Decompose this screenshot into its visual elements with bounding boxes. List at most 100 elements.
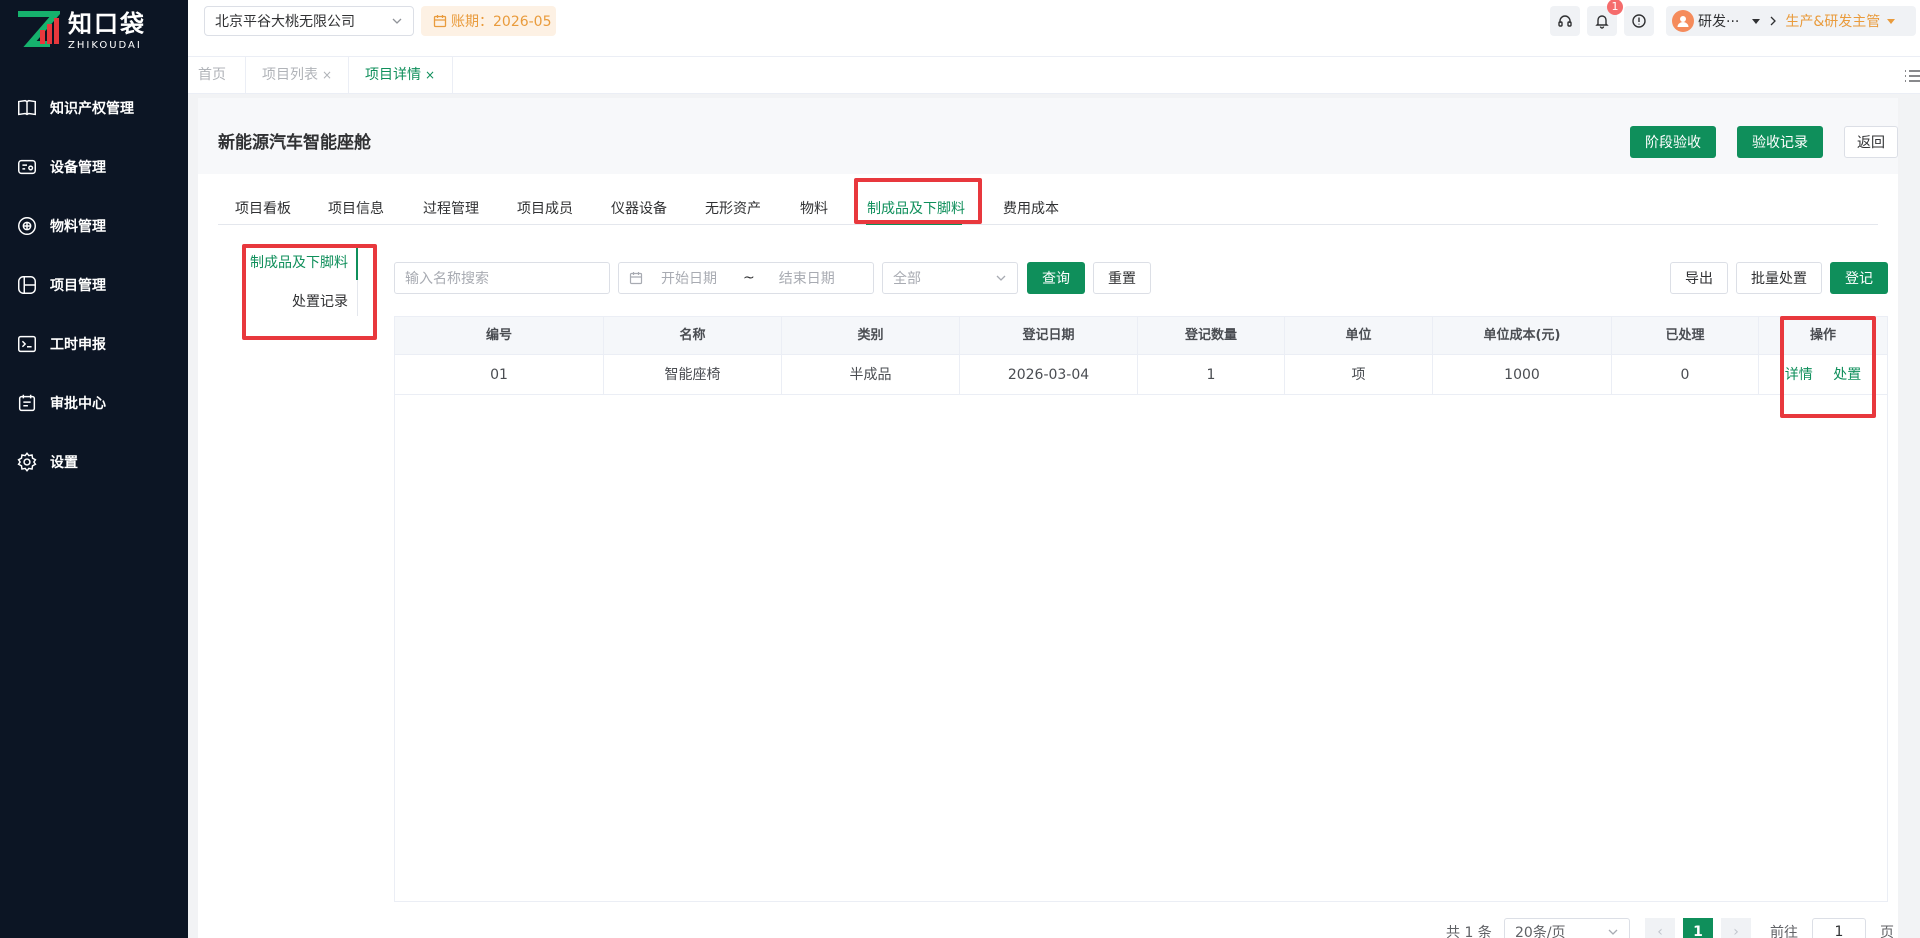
subtab-products[interactable]: 制成品及下脚料 — [867, 198, 965, 218]
col-header-cost: 单位成本(元) — [1433, 317, 1612, 355]
back-button[interactable]: 返回 — [1844, 126, 1898, 158]
logo-name: 知口袋 — [68, 10, 146, 38]
col-header-name: 名称 — [604, 317, 782, 355]
notification-button[interactable]: 1 — [1587, 0, 1623, 36]
left-menu-products[interactable]: 制成品及下脚料 — [250, 252, 348, 272]
clock-icon — [18, 335, 36, 352]
prev-page-button[interactable]: ‹ — [1645, 918, 1675, 938]
period-text: 账期：2026-05 — [451, 14, 552, 30]
gear-icon — [17, 451, 37, 472]
logo-mark-icon — [18, 11, 60, 47]
subtab-process[interactable]: 过程管理 — [423, 198, 479, 218]
col-header-qty: 登记数量 — [1138, 317, 1285, 355]
next-page-button[interactable]: › — [1721, 918, 1751, 938]
stage-accept-button[interactable]: 阶段验收 — [1630, 126, 1716, 158]
subtab-intangible[interactable]: 无形资产 — [705, 198, 761, 218]
start-date-input[interactable]: 开始日期 — [661, 268, 733, 288]
info-button[interactable] — [1624, 6, 1654, 36]
category-select[interactable]: 全部 — [882, 262, 1018, 294]
cell-qty: 1 — [1138, 355, 1285, 395]
table-header: 编号 名称 类别 登记日期 登记数量 单位 单位成本(元) 已处理 操作 — [395, 317, 1887, 355]
company-select[interactable]: 北京平谷大桃无限公司 — [204, 6, 414, 36]
pagination: 共 1 条 20条/页 ‹ 1 › 前往 1 页 — [198, 918, 1898, 938]
avatar — [1672, 10, 1694, 32]
page-size-select[interactable]: 20条/页 — [1504, 918, 1630, 938]
tab-project-list[interactable]: 项目列表 × — [246, 57, 349, 94]
batch-dispose-button[interactable]: 批量处置 — [1736, 262, 1822, 294]
subtab-board[interactable]: 项目看板 — [235, 198, 291, 218]
cell-no: 01 — [395, 355, 604, 395]
date-separator: ~ — [743, 270, 755, 286]
date-range-picker[interactable]: 开始日期 ~ 结束日期 — [618, 262, 874, 294]
approval-icon — [18, 394, 36, 411]
subtab-cost[interactable]: 费用成本 — [1003, 198, 1059, 218]
sidebar-item-settings[interactable]: 设置 — [0, 432, 188, 491]
content-panel: 新能源汽车智能座舱 阶段验收 验收记录 返回 项目看板 项目信息 过程管理 项目… — [198, 98, 1898, 938]
sidebar: 知口袋 ZHIKOUDAI 知识产权管理 设备管理 物料管理 项目管理 工时申报… — [0, 0, 188, 938]
tab-home[interactable]: 首页 — [188, 57, 246, 94]
dispose-link[interactable]: 处置 — [1833, 367, 1861, 383]
register-button[interactable]: 登记 — [1830, 262, 1888, 294]
project-icon — [18, 275, 36, 294]
search-input[interactable]: 输入名称搜索 — [394, 262, 610, 294]
close-icon[interactable]: × — [425, 68, 435, 82]
query-button[interactable]: 查询 — [1027, 262, 1085, 294]
col-header-unit: 单位 — [1285, 317, 1433, 355]
page-tabs: 首页 项目列表 × 项目详情 × — [188, 56, 1920, 94]
pagination-total: 共 1 条 — [1446, 925, 1492, 938]
caret-down-icon — [1752, 19, 1761, 24]
page-title: 新能源汽车智能座舱 — [218, 133, 371, 153]
sidebar-nav: 知识产权管理 设备管理 物料管理 项目管理 工时申报 审批中心 设置 — [0, 78, 188, 491]
end-date-input[interactable]: 结束日期 — [779, 268, 835, 288]
table-row: 01 智能座椅 半成品 2026-03-04 1 项 1000 0 详情 处置 — [395, 355, 1887, 395]
left-menu-disposal-record[interactable]: 处置记录 — [292, 291, 348, 311]
goto-page-input[interactable]: 1 — [1812, 918, 1866, 938]
accept-record-button[interactable]: 验收记录 — [1737, 126, 1823, 158]
cell-date: 2026-03-04 — [960, 355, 1138, 395]
notification-badge: 1 — [1607, 0, 1623, 15]
top-header: 北京平谷大桃无限公司 账期：2026-05 1 研发··· 生产&研发主管 — [188, 0, 1920, 56]
tab-label: 项目列表 — [262, 67, 318, 83]
headset-icon — [1558, 15, 1572, 27]
reset-button[interactable]: 重置 — [1093, 262, 1151, 294]
sidebar-item-label: 工时申报 — [50, 336, 106, 353]
left-menu-active-bar — [356, 244, 358, 280]
period-badge[interactable]: 账期：2026-05 — [421, 6, 556, 36]
cell-category: 半成品 — [782, 355, 960, 395]
tab-project-detail[interactable]: 项目详情 × — [349, 57, 453, 94]
logo-name-en: ZHIKOUDAI — [68, 40, 142, 51]
category-value: 全部 — [893, 271, 921, 287]
sidebar-item-material[interactable]: 物料管理 — [0, 196, 188, 255]
sidebar-item-device[interactable]: 设备管理 — [0, 137, 188, 196]
page-1-button[interactable]: 1 — [1683, 918, 1713, 938]
tab-label: 首页 — [198, 67, 226, 83]
close-icon[interactable]: × — [322, 68, 332, 82]
user-menu[interactable]: 研发··· 生产&研发主管 — [1666, 6, 1916, 36]
subtab-material[interactable]: 物料 — [800, 198, 828, 218]
cell-cost: 1000 — [1433, 355, 1612, 395]
subtab-divider — [218, 224, 1878, 225]
export-button[interactable]: 导出 — [1670, 262, 1728, 294]
col-header-actions: 操作 — [1809, 328, 1836, 343]
subtab-equipment[interactable]: 仪器设备 — [611, 198, 667, 218]
chevron-down-icon — [392, 18, 402, 24]
subtab-info[interactable]: 项目信息 — [328, 198, 384, 218]
tab-list-icon[interactable] — [1902, 65, 1920, 87]
subtab-members[interactable]: 项目成员 — [517, 198, 573, 218]
col-header-processed: 已处理 — [1612, 317, 1759, 355]
device-icon — [18, 159, 36, 174]
sidebar-item-timesheet[interactable]: 工时申报 — [0, 314, 188, 373]
sidebar-item-project[interactable]: 项目管理 — [0, 255, 188, 314]
search-placeholder: 输入名称搜索 — [405, 271, 489, 287]
user-icon — [1677, 16, 1689, 27]
info-icon — [1632, 14, 1646, 28]
sidebar-item-ip[interactable]: 知识产权管理 — [0, 78, 188, 137]
col-header-no: 编号 — [395, 317, 604, 355]
title-row: 新能源汽车智能座舱 阶段验收 验收记录 返回 — [198, 98, 1898, 174]
calendar-icon — [629, 272, 643, 285]
page-unit-label: 页 — [1880, 925, 1894, 938]
left-menu-divider — [357, 280, 358, 316]
detail-link[interactable]: 详情 — [1785, 367, 1813, 383]
sidebar-item-approval[interactable]: 审批中心 — [0, 373, 188, 432]
headset-button[interactable] — [1550, 6, 1580, 36]
